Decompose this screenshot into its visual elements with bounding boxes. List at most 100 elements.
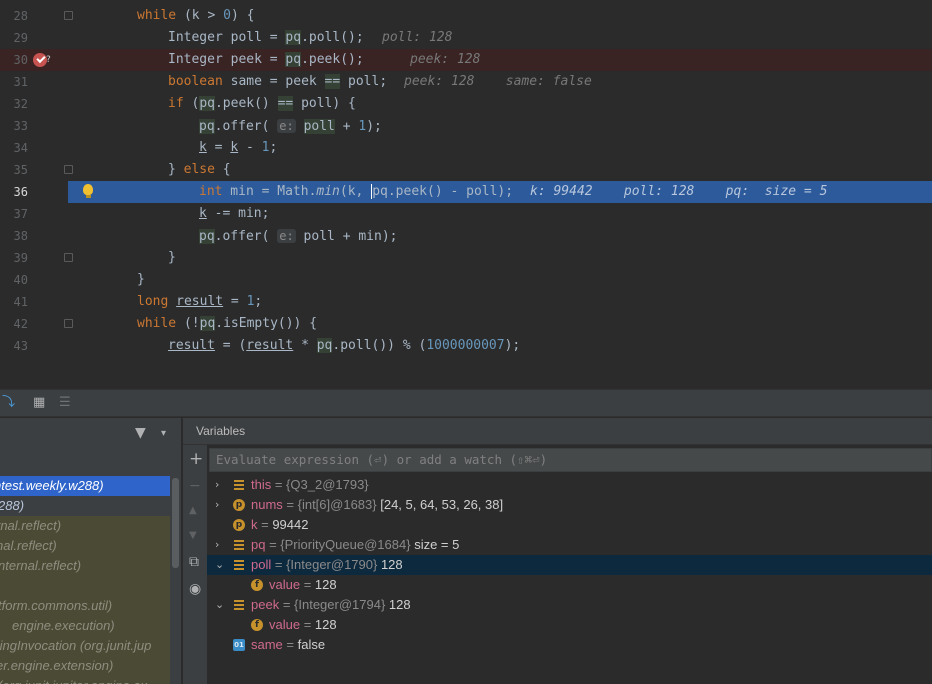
- add-icon[interactable]: +: [189, 451, 203, 468]
- breakpoint-icon[interactable]: [33, 53, 47, 67]
- line-number[interactable]: 33: [0, 115, 28, 137]
- stack-frame[interactable]: engine.execution): [0, 616, 170, 636]
- code-text[interactable]: while (k > 0) {: [137, 5, 254, 27]
- line-number[interactable]: 35: [0, 159, 28, 181]
- code-area[interactable]: while (!pq.isEmpty()) {: [68, 313, 932, 335]
- line-number[interactable]: 38: [0, 225, 28, 247]
- list-icon[interactable]: ☰: [59, 396, 71, 410]
- code-text[interactable]: } else {: [168, 159, 231, 181]
- stack-frame[interactable]: (org.junit.jupiter.engine.ex: [0, 676, 170, 684]
- code-text[interactable]: }: [137, 269, 145, 291]
- line-number[interactable]: 29: [0, 27, 28, 49]
- line-number[interactable]: 32: [0, 93, 28, 115]
- variable-row[interactable]: ⌄ peek = {Integer@1794} 128: [207, 595, 932, 615]
- code-line[interactable]: 34 k = k - 1;: [0, 137, 932, 159]
- stack-frame[interactable]: tform.commons.util): [0, 596, 170, 616]
- line-number[interactable]: 43: [0, 335, 28, 357]
- code-line[interactable]: 28 while (k > 0) {: [0, 5, 932, 27]
- variable-row[interactable]: f value = 128: [207, 615, 932, 635]
- code-line[interactable]: 33 pq.offer( e: poll + 1);: [0, 115, 932, 137]
- code-text[interactable]: Integer peek = pq.peek();: [168, 49, 364, 71]
- code-area[interactable]: k -= min;: [68, 203, 932, 225]
- expand-arrow-icon[interactable]: ›: [215, 475, 219, 495]
- up-icon[interactable]: ▲: [189, 504, 197, 518]
- code-text[interactable]: k = k - 1;: [199, 137, 277, 159]
- frames-scrollbar[interactable]: [172, 478, 179, 568]
- copy-icon[interactable]: ⧉: [189, 555, 199, 569]
- line-number[interactable]: 42: [0, 313, 28, 335]
- stack-frame[interactable]: [0, 576, 170, 596]
- line-number[interactable]: 41: [0, 291, 28, 313]
- line-number[interactable]: 40: [0, 269, 28, 291]
- expand-arrow-icon[interactable]: ›: [215, 535, 219, 555]
- expand-arrow-open-icon[interactable]: ⌄: [215, 595, 224, 615]
- line-number[interactable]: 28: [0, 5, 28, 27]
- variable-row[interactable]: f value = 128: [207, 575, 932, 595]
- code-area[interactable]: }: [68, 269, 932, 291]
- expand-arrow-open-icon[interactable]: ⌄: [215, 555, 224, 575]
- code-text[interactable]: pq.offer( e: poll + min);: [199, 225, 397, 248]
- stack-frame[interactable]: ntest.weekly.w288): [0, 476, 170, 496]
- code-text[interactable]: if (pq.peek() == poll) {: [168, 93, 356, 115]
- line-number[interactable]: 37: [0, 203, 28, 225]
- variable-row[interactable]: › p nums = {int[6]@1683} [24, 5, 64, 53, 2…: [207, 495, 932, 515]
- line-number[interactable]: 36: [0, 181, 28, 203]
- editor-panel-separator[interactable]: [0, 362, 932, 390]
- code-line[interactable]: 36 int min = Math.min(k, pq.peek() - poll…: [0, 181, 932, 203]
- line-number[interactable]: 39: [0, 247, 28, 269]
- code-line[interactable]: 41 long result = 1;: [0, 291, 932, 313]
- stack-frame[interactable]: nal.reflect): [0, 536, 170, 556]
- chevron-down-icon[interactable]: ▾: [161, 427, 166, 441]
- remove-icon[interactable]: −: [189, 479, 201, 493]
- code-area[interactable]: Integer poll = pq.poll(); poll: 128: [68, 27, 932, 49]
- code-text[interactable]: k -= min;: [199, 203, 269, 225]
- code-area[interactable]: int min = Math.min(k, pq.peek() - poll);…: [68, 181, 932, 203]
- code-line[interactable]: 31 boolean same = peek == poll; peek: 128 …: [0, 71, 932, 93]
- variable-row[interactable]: › pq = {PriorityQueue@1684} size = 5: [207, 535, 932, 555]
- code-area[interactable]: if (pq.peek() == poll) {: [68, 93, 932, 115]
- code-area[interactable]: while (k > 0) {: [68, 5, 932, 27]
- code-text[interactable]: long result = 1;: [137, 291, 262, 313]
- code-area[interactable]: boolean same = peek == poll; peek: 128 sa…: [68, 71, 932, 93]
- evaluate-expression-input[interactable]: Evaluate expression (⏎) or add a watch (…: [209, 448, 932, 472]
- code-line[interactable]: 35 } else {: [0, 159, 932, 181]
- code-text[interactable]: Integer poll = pq.poll();: [168, 27, 364, 49]
- expand-arrow-icon[interactable]: ›: [215, 495, 219, 515]
- code-line[interactable]: 40}: [0, 269, 932, 291]
- stack-frame[interactable]: nternal.reflect): [0, 556, 170, 576]
- line-number[interactable]: 31: [0, 71, 28, 93]
- code-area[interactable]: Integer peek = pq.peek(); peek: 128: [68, 49, 932, 71]
- down-icon[interactable]: ▼: [189, 529, 197, 543]
- variable-row[interactable]: 01 same = false: [207, 635, 932, 655]
- code-text[interactable]: }: [168, 247, 176, 269]
- code-editor[interactable]: 28 while (k > 0) { 29 Integer poll = pq.pol…: [0, 0, 932, 362]
- code-line[interactable]: 38 pq.offer( e: poll + min);: [0, 225, 932, 247]
- code-text[interactable]: int min = Math.min(k, pq.peek() - poll);: [199, 181, 513, 203]
- watch-eye-icon[interactable]: ◉: [189, 582, 201, 596]
- code-line[interactable]: 37 k -= min;: [0, 203, 932, 225]
- table-icon[interactable]: ▦: [33, 396, 45, 410]
- code-area[interactable]: result = (result * pq.poll()) % (1000000…: [68, 335, 932, 357]
- variable-row[interactable]: ⌄ poll = {Integer@1790} 128: [207, 555, 932, 575]
- code-area[interactable]: long result = 1;: [68, 291, 932, 313]
- code-text[interactable]: pq.offer( e: poll + 1);: [199, 115, 382, 138]
- variable-row[interactable]: p k = 99442: [207, 515, 932, 535]
- code-line[interactable]: 30? Integer peek = pq.peek(); peek: 128: [0, 49, 932, 71]
- code-area[interactable]: k = k - 1;: [68, 137, 932, 159]
- code-line[interactable]: 32 if (pq.peek() == poll) {: [0, 93, 932, 115]
- code-area[interactable]: }: [68, 247, 932, 269]
- code-text[interactable]: result = (result * pq.poll()) % (1000000…: [168, 335, 520, 357]
- stack-frame[interactable]: tingInvocation (org.junit.jup: [0, 636, 170, 656]
- lightbulb-icon[interactable]: [83, 184, 93, 198]
- line-number[interactable]: 34: [0, 137, 28, 159]
- code-area[interactable]: pq.offer( e: poll + 1);: [68, 115, 932, 137]
- code-line[interactable]: 39}: [0, 247, 932, 269]
- line-number[interactable]: 30: [0, 49, 28, 71]
- step-icon[interactable]: ⤵: [2, 396, 15, 410]
- filter-icon[interactable]: ▼: [135, 426, 146, 440]
- code-area[interactable]: } else {: [68, 159, 932, 181]
- stack-frame[interactable]: 288): [0, 496, 170, 516]
- code-text[interactable]: while (!pq.isEmpty()) {: [137, 313, 317, 335]
- code-line[interactable]: 42 while (!pq.isEmpty()) {: [0, 313, 932, 335]
- code-line[interactable]: 29 Integer poll = pq.poll(); poll: 128: [0, 27, 932, 49]
